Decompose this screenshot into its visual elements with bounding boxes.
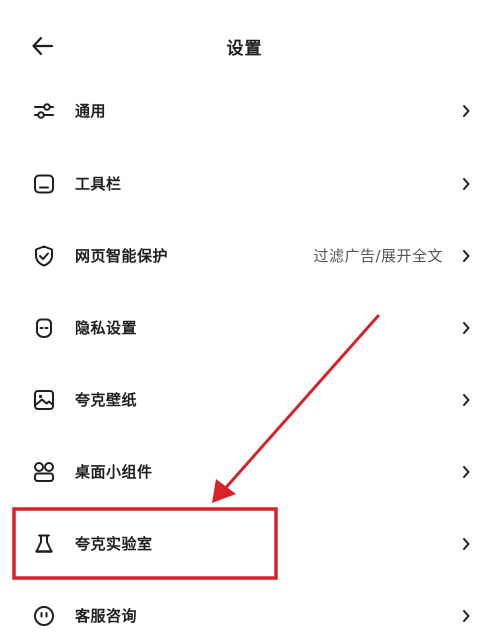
chevron-right-icon	[461, 536, 471, 552]
settings-item-label: 工具栏	[75, 175, 122, 193]
settings-item-label: 客服咨询	[75, 607, 138, 625]
shield-check-icon	[32, 244, 56, 268]
settings-item-widgets[interactable]: 桌面小组件	[0, 444, 489, 500]
settings-item-label: 通用	[75, 102, 107, 120]
flask-icon	[32, 532, 56, 556]
settings-item-value: 过滤广告/展开全文	[313, 247, 443, 265]
wallpaper-icon	[32, 388, 56, 412]
chevron-right-icon	[461, 320, 471, 336]
settings-item-lab[interactable]: 夸克实验室	[0, 516, 489, 572]
settings-item-web-protection[interactable]: 网页智能保护 过滤广告/展开全文	[0, 228, 489, 284]
settings-item-label: 夸克壁纸	[75, 391, 138, 409]
settings-item-general[interactable]: 通用	[0, 83, 489, 139]
widgets-icon	[32, 460, 56, 484]
settings-item-privacy[interactable]: 隐私设置	[0, 300, 489, 356]
settings-item-toolbar[interactable]: 工具栏	[0, 156, 489, 212]
settings-item-label: 夸克实验室	[75, 535, 153, 553]
sliders-icon	[32, 99, 56, 123]
settings-item-wallpaper[interactable]: 夸克壁纸	[0, 372, 489, 428]
settings-item-label: 桌面小组件	[75, 463, 153, 481]
settings-item-label: 网页智能保护	[75, 247, 169, 265]
chevron-right-icon	[461, 176, 471, 192]
chevron-right-icon	[461, 392, 471, 408]
chevron-right-icon	[461, 608, 471, 624]
chevron-right-icon	[461, 248, 471, 264]
settings-item-label: 隐私设置	[75, 319, 138, 337]
chevron-right-icon	[461, 103, 471, 119]
privacy-face-icon	[32, 316, 56, 340]
page-title: 设置	[226, 39, 263, 59]
toolbar-icon	[32, 172, 56, 196]
chevron-right-icon	[461, 464, 471, 480]
header-bar: 设置	[0, 0, 489, 92]
customer-service-icon	[32, 604, 56, 628]
settings-item-customer-service[interactable]: 客服咨询	[0, 588, 489, 644]
